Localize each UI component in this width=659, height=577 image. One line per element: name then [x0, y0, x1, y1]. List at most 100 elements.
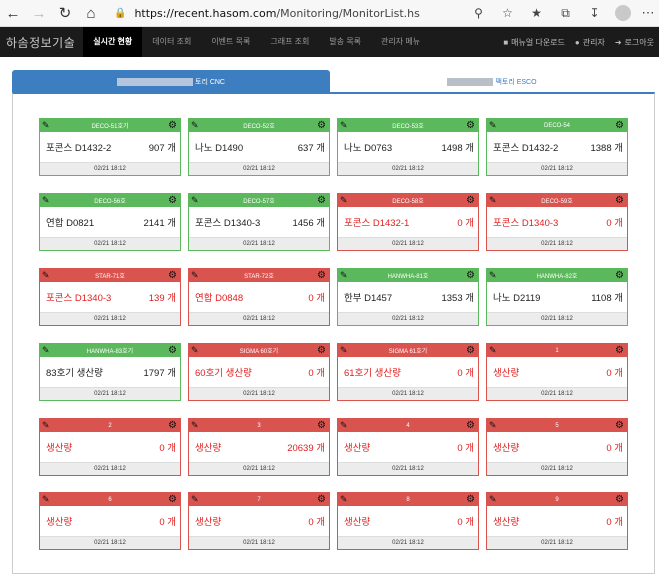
- machine-card[interactable]: ✎ STAR-71호 ⚙ 포콘스 D1340-3 139 개 02/21 18:12: [39, 268, 181, 326]
- gear-icon[interactable]: ⚙: [317, 419, 326, 432]
- machine-card[interactable]: ✎ 8 ⚙ 생산량 0 개 02/21 18:12: [337, 492, 479, 550]
- back-icon[interactable]: ←: [0, 5, 26, 22]
- edit-icon[interactable]: ✎: [489, 494, 497, 505]
- manual-download-link[interactable]: ■ 매뉴얼 다운로드: [498, 37, 570, 48]
- more-icon[interactable]: ⋯: [637, 5, 659, 21]
- forward-icon[interactable]: →: [26, 5, 52, 22]
- menu-events[interactable]: 이벤트 목록: [201, 27, 260, 57]
- gear-icon[interactable]: ⚙: [168, 194, 177, 207]
- product-name: 60호기 생산량: [195, 368, 252, 379]
- brand-logo[interactable]: 하솜정보기술: [0, 34, 83, 51]
- downloads-icon[interactable]: ↧: [580, 6, 609, 20]
- edit-icon[interactable]: ✎: [489, 195, 497, 206]
- home-icon[interactable]: ⌂: [78, 5, 104, 22]
- edit-icon[interactable]: ✎: [340, 494, 348, 505]
- gear-icon[interactable]: ⚙: [615, 419, 624, 432]
- machine-card[interactable]: ✎ SIGMA 60호기 ⚙ 60호기 생산량 0 개 02/21 18:12: [188, 343, 330, 401]
- address-bar[interactable]: 🔒 https://recent.hasom.com/Monitoring/Mo…: [114, 7, 420, 20]
- edit-icon[interactable]: ✎: [42, 120, 50, 131]
- edit-icon[interactable]: ✎: [340, 345, 348, 356]
- machine-card[interactable]: ✎ HANWHA-81호 ⚙ 한부 D1457 1353 개 02/21 18:12: [337, 268, 479, 326]
- edit-icon[interactable]: ✎: [340, 195, 348, 206]
- card-header: ✎ DECO-51호기 ⚙: [40, 119, 180, 132]
- gear-icon[interactable]: ⚙: [168, 119, 177, 132]
- machine-card[interactable]: ✎ 7 ⚙ 생산량 0 개 02/21 18:12: [188, 492, 330, 550]
- edit-icon[interactable]: ✎: [191, 420, 199, 431]
- gear-icon[interactable]: ⚙: [317, 344, 326, 357]
- refresh-icon[interactable]: ↻: [52, 4, 78, 22]
- gear-icon[interactable]: ⚙: [615, 119, 624, 132]
- machine-card[interactable]: ✎ 3 ⚙ 생산량 20639 개 02/21 18:12: [188, 418, 330, 476]
- edit-icon[interactable]: ✎: [191, 120, 199, 131]
- gear-icon[interactable]: ⚙: [466, 269, 475, 282]
- gear-icon[interactable]: ⚙: [466, 419, 475, 432]
- machine-card[interactable]: ✎ 6 ⚙ 생산량 0 개 02/21 18:12: [39, 492, 181, 550]
- machine-card[interactable]: ✎ DECO-58호 ⚙ 포콘스 D1432-1 0 개 02/21 18:12: [337, 193, 479, 251]
- edit-icon[interactable]: ✎: [489, 420, 497, 431]
- gear-icon[interactable]: ⚙: [615, 344, 624, 357]
- gear-icon[interactable]: ⚙: [168, 493, 177, 506]
- gear-icon[interactable]: ⚙: [317, 269, 326, 282]
- edit-icon[interactable]: ✎: [191, 195, 199, 206]
- gear-icon[interactable]: ⚙: [317, 119, 326, 132]
- gear-icon[interactable]: ⚙: [466, 493, 475, 506]
- edit-icon[interactable]: ✎: [42, 494, 50, 505]
- menu-admin[interactable]: 관리자 메뉴: [371, 27, 430, 57]
- production-count: 0 개: [606, 218, 623, 229]
- machine-card[interactable]: ✎ 2 ⚙ 생산량 0 개 02/21 18:12: [39, 418, 181, 476]
- machine-card[interactable]: ✎ HANWHA-83호기 ⚙ 83호기 생산량 1797 개 02/21 18:12: [39, 343, 181, 401]
- machine-card[interactable]: ✎ 4 ⚙ 생산량 0 개 02/21 18:12: [337, 418, 479, 476]
- edit-icon[interactable]: ✎: [191, 270, 199, 281]
- edit-icon[interactable]: ✎: [42, 420, 50, 431]
- machine-card[interactable]: ✎ DECO-57호 ⚙ 포콘스 D1340-3 1456 개 02/21 18:12: [188, 193, 330, 251]
- tab-cnc[interactable]: 토리 CNC: [12, 70, 330, 93]
- gear-icon[interactable]: ⚙: [615, 194, 624, 207]
- gear-icon[interactable]: ⚙: [317, 194, 326, 207]
- edit-icon[interactable]: ✎: [489, 120, 497, 131]
- favorite-add-icon[interactable]: ☆: [493, 6, 522, 20]
- machine-card[interactable]: ✎ DECO-54 ⚙ 포콘스 D1432-2 1388 개 02/21 18:12: [486, 118, 628, 176]
- edit-icon[interactable]: ✎: [42, 270, 50, 281]
- gear-icon[interactable]: ⚙: [615, 269, 624, 282]
- machine-card[interactable]: ✎ STAR-72호 ⚙ 연합 D0848 0 개 02/21 18:12: [188, 268, 330, 326]
- gear-icon[interactable]: ⚙: [466, 119, 475, 132]
- collections-icon[interactable]: ⧉: [551, 6, 580, 21]
- machine-card[interactable]: ✎ 9 ⚙ 생산량 0 개 02/21 18:12: [486, 492, 628, 550]
- machine-title: STAR-72호: [244, 274, 274, 280]
- favorites-icon[interactable]: ★: [522, 6, 551, 20]
- edit-icon[interactable]: ✎: [340, 270, 348, 281]
- edit-icon[interactable]: ✎: [340, 120, 348, 131]
- gear-icon[interactable]: ⚙: [168, 419, 177, 432]
- edit-icon[interactable]: ✎: [191, 494, 199, 505]
- edit-icon[interactable]: ✎: [489, 270, 497, 281]
- machine-card[interactable]: ✎ DECO-51호기 ⚙ 포콘스 D1432-2 907 개 02/21 18:12: [39, 118, 181, 176]
- machine-card[interactable]: ✎ DECO-53호 ⚙ 나노 D0763 1498 개 02/21 18:12: [337, 118, 479, 176]
- edit-icon[interactable]: ✎: [191, 345, 199, 356]
- gear-icon[interactable]: ⚙: [615, 493, 624, 506]
- zoom-icon[interactable]: ⚲: [464, 6, 493, 20]
- gear-icon[interactable]: ⚙: [466, 194, 475, 207]
- menu-graph[interactable]: 그래프 조회: [260, 27, 319, 57]
- gear-icon[interactable]: ⚙: [168, 344, 177, 357]
- machine-card[interactable]: ✎ HANWHA-82호 ⚙ 나노 D2119 1108 개 02/21 18:12: [486, 268, 628, 326]
- gear-icon[interactable]: ⚙: [466, 344, 475, 357]
- machine-card[interactable]: ✎ 1 ⚙ 생산량 0 개 02/21 18:12: [486, 343, 628, 401]
- machine-card[interactable]: ✎ SIGMA 61호기 ⚙ 61호기 생산량 0 개 02/21 18:12: [337, 343, 479, 401]
- tab-esco[interactable]: 팩토리 ESCO: [333, 70, 651, 93]
- edit-icon[interactable]: ✎: [340, 420, 348, 431]
- edit-icon[interactable]: ✎: [42, 345, 50, 356]
- machine-card[interactable]: ✎ 5 ⚙ 생산량 0 개 02/21 18:12: [486, 418, 628, 476]
- gear-icon[interactable]: ⚙: [317, 493, 326, 506]
- menu-data[interactable]: 데이터 조회: [142, 27, 201, 57]
- gear-icon[interactable]: ⚙: [168, 269, 177, 282]
- menu-realtime[interactable]: 실시간 현황: [83, 27, 143, 57]
- edit-icon[interactable]: ✎: [489, 345, 497, 356]
- machine-card[interactable]: ✎ DECO-52호 ⚙ 나노 D1490 637 개 02/21 18:12: [188, 118, 330, 176]
- machine-card[interactable]: ✎ DECO-59호 ⚙ 포콘스 D1340-3 0 개 02/21 18:12: [486, 193, 628, 251]
- edit-icon[interactable]: ✎: [42, 195, 50, 206]
- logout-link[interactable]: ➜ 로그아웃: [610, 37, 659, 48]
- admin-link[interactable]: ● 관리자: [570, 37, 610, 48]
- menu-send[interactable]: 발송 목록: [319, 27, 371, 57]
- profile-avatar[interactable]: [615, 5, 631, 21]
- machine-card[interactable]: ✎ DECO-56호 ⚙ 연합 D0821 2141 개 02/21 18:12: [39, 193, 181, 251]
